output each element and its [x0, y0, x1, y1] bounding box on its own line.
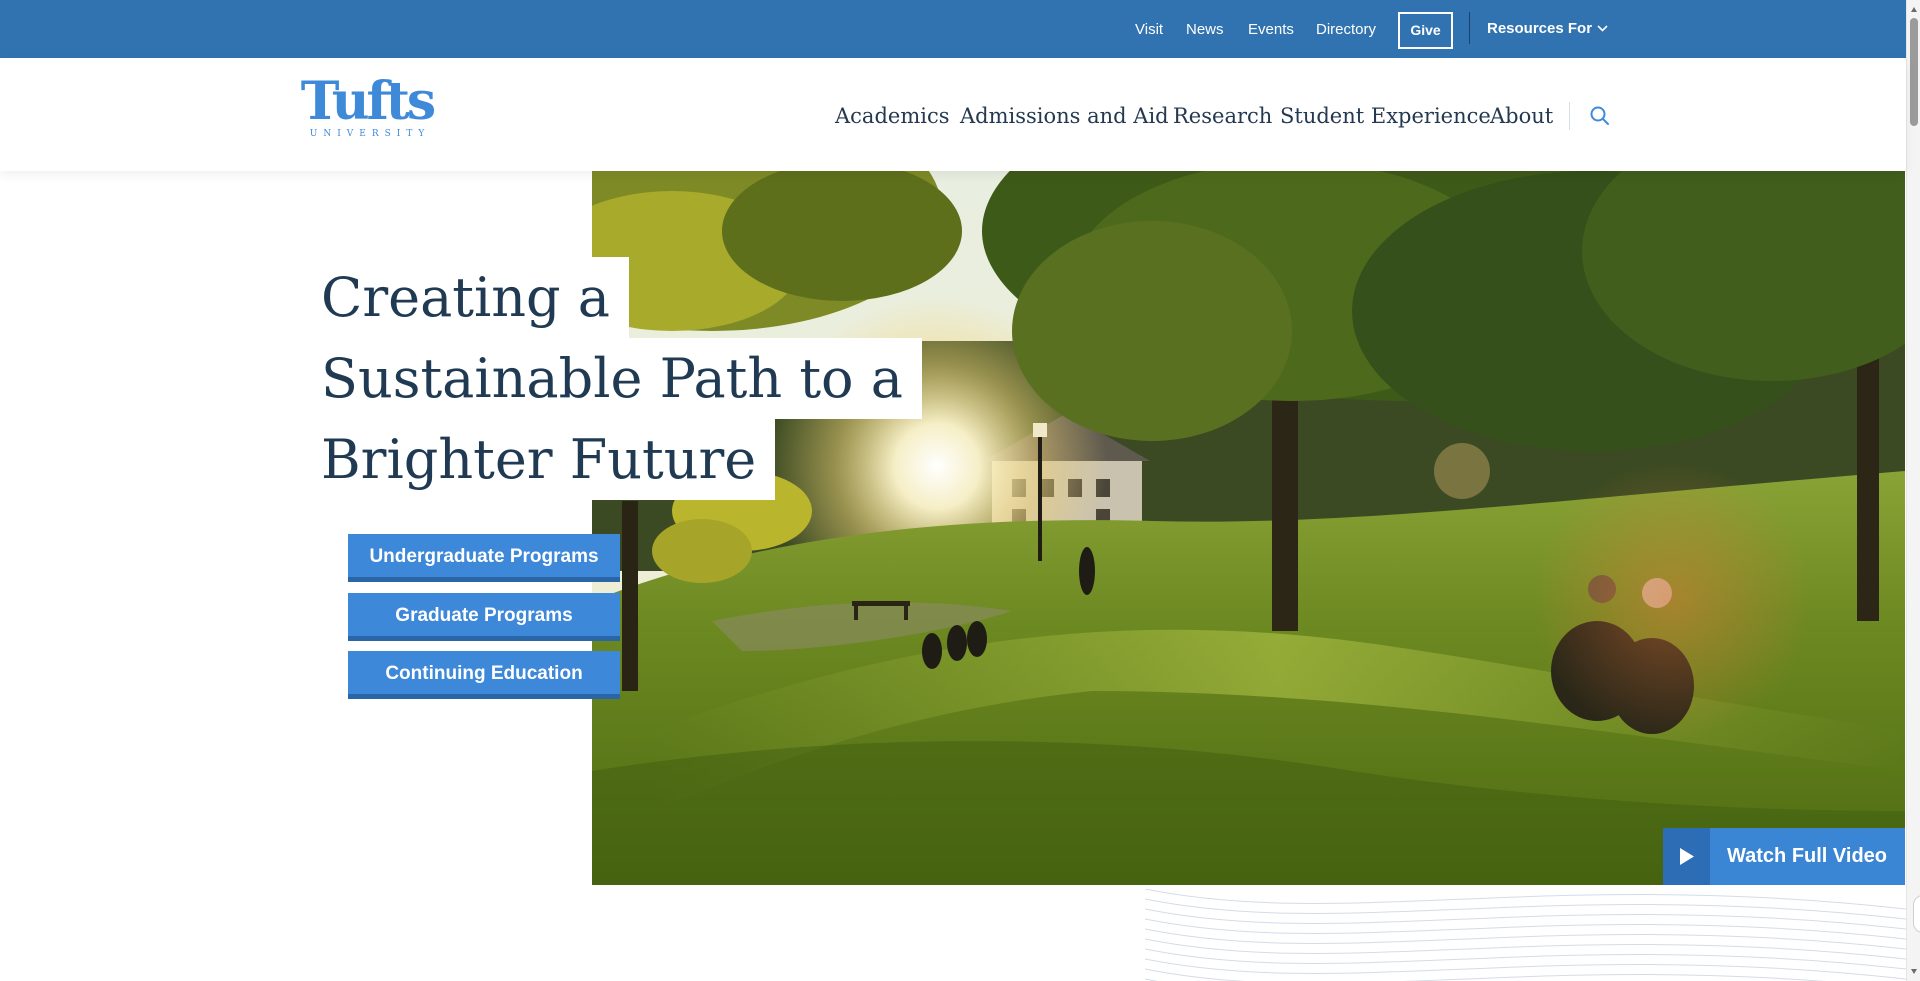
utility-link-news[interactable]: News — [1186, 0, 1224, 58]
nav-admissions-and-aid[interactable]: Admissions and Aid — [960, 104, 1169, 128]
hero-title-line: Creating a — [301, 257, 629, 338]
resources-for-label: Resources For — [1487, 20, 1593, 37]
search-icon[interactable] — [1589, 105, 1611, 127]
logo-wordmark: Tufts — [300, 71, 436, 132]
graduate-programs-button[interactable]: Graduate Programs — [348, 593, 620, 641]
utility-link-visit[interactable]: Visit — [1135, 0, 1163, 58]
hero-title: Creating a Sustainable Path to a Brighte… — [301, 257, 922, 500]
site-header: Tufts UNIVERSITY Academics Admissions an… — [0, 58, 1906, 171]
tufts-logo[interactable]: Tufts UNIVERSITY — [294, 76, 440, 142]
nav-about[interactable]: About — [1490, 104, 1553, 128]
watch-full-video-button[interactable]: Watch Full Video — [1663, 828, 1905, 885]
hero-section: Creating a Sustainable Path to a Brighte… — [0, 171, 1906, 981]
give-button[interactable]: Give — [1398, 12, 1453, 49]
scroll-up-icon[interactable] — [1910, 6, 1918, 14]
nav-academics[interactable]: Academics — [835, 104, 950, 128]
resources-for-dropdown[interactable]: Resources For — [1487, 0, 1608, 58]
utility-divider — [1469, 12, 1470, 44]
utility-bar: Visit News Events Directory Give Resourc… — [0, 0, 1906, 58]
scrollbar-thumb[interactable] — [1910, 18, 1918, 126]
hero-title-line: Sustainable Path to a — [301, 338, 922, 419]
edge-widget[interactable] — [1913, 895, 1920, 933]
undergraduate-programs-button[interactable]: Undergraduate Programs — [348, 534, 620, 582]
play-icon — [1663, 828, 1710, 885]
utility-link-directory[interactable]: Directory — [1316, 0, 1376, 58]
scroll-down-icon[interactable] — [1910, 967, 1918, 975]
chevron-down-icon — [1597, 24, 1608, 32]
hero-title-line: Brighter Future — [301, 419, 776, 500]
nav-divider — [1569, 102, 1570, 130]
nav-research[interactable]: Research — [1173, 104, 1272, 128]
nav-student-experience[interactable]: Student Experience — [1280, 104, 1491, 128]
utility-link-events[interactable]: Events — [1248, 0, 1294, 58]
logo-subtitle: UNIVERSITY — [309, 129, 431, 139]
watch-full-video-label: Watch Full Video — [1727, 845, 1888, 867]
continuing-education-button[interactable]: Continuing Education — [348, 651, 620, 699]
page-scrollbar[interactable] — [1906, 0, 1920, 981]
decorative-wave-pattern — [1145, 889, 1906, 981]
